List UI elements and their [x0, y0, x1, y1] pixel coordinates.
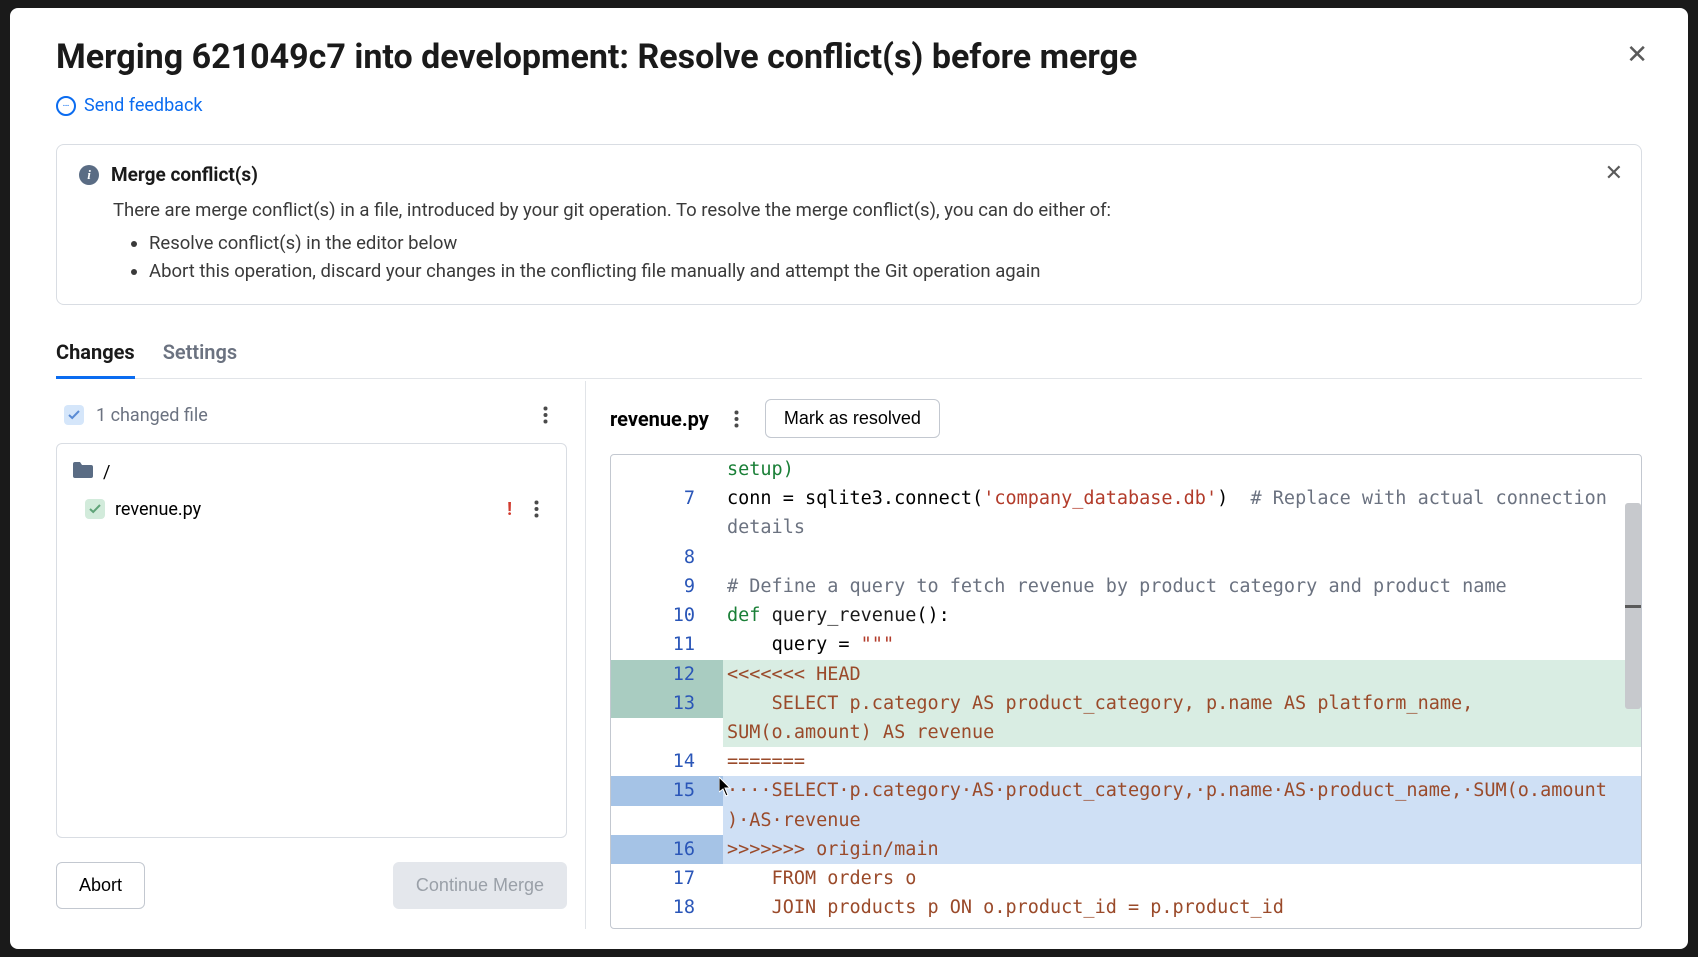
changed-files-header: 1 changed file: [56, 401, 567, 443]
code-content[interactable]: query = """: [723, 630, 1641, 659]
line-number: 12: [611, 660, 723, 689]
content-area: 1 changed file / revenue.py !: [56, 381, 1642, 929]
tree-root-label: /: [103, 462, 110, 483]
code-content[interactable]: ····SELECT·p.category·AS·product_categor…: [723, 776, 1641, 834]
select-all-checkbox[interactable]: [64, 405, 84, 425]
code-line[interactable]: 11 query = """: [611, 630, 1641, 659]
code-content[interactable]: >>>>>>> origin/main: [723, 835, 1641, 864]
tree-file-item[interactable]: revenue.py !: [67, 489, 556, 529]
code-line[interactable]: 15····SELECT·p.category·AS·product_categ…: [611, 776, 1641, 834]
line-number: 16: [611, 835, 723, 864]
left-panel: 1 changed file / revenue.py !: [56, 381, 586, 929]
line-number: 10: [611, 601, 723, 630]
line-number: 8: [611, 543, 723, 572]
alert-bullet: Resolve conflict(s) in the editor below: [149, 229, 1619, 258]
code-editor[interactable]: setup)7conn = sqlite3.connect('company_d…: [610, 454, 1642, 929]
line-number: 14: [611, 747, 723, 776]
alert-bullets: Resolve conflict(s) in the editor below …: [149, 229, 1619, 286]
line-number: 13: [611, 689, 723, 718]
editor-file-name: revenue.py: [610, 407, 709, 431]
merge-conflict-alert: ✕ i Merge conflict(s) There are merge co…: [56, 144, 1642, 305]
file-name-label: revenue.py: [115, 499, 201, 520]
modal-header: ✕ Merging 621049c7 into development: Res…: [56, 36, 1642, 144]
file-header-menu-icon[interactable]: [723, 405, 751, 433]
code-line[interactable]: 14=======: [611, 747, 1641, 776]
mark-resolved-button[interactable]: Mark as resolved: [765, 399, 940, 438]
changed-files-menu-icon[interactable]: [531, 401, 559, 429]
code-content[interactable]: FROM orders o: [723, 864, 1641, 893]
tree-root[interactable]: /: [67, 456, 556, 489]
alert-body: There are merge conflict(s) in a file, i…: [79, 196, 1619, 286]
file-item-menu-icon[interactable]: [522, 495, 550, 523]
folder-icon: [73, 462, 93, 483]
file-tree: / revenue.py !: [56, 443, 567, 838]
line-number: 11: [611, 630, 723, 659]
line-number: 15: [611, 776, 723, 805]
code-line[interactable]: 8: [611, 543, 1641, 572]
alert-intro: There are merge conflict(s) in a file, i…: [113, 196, 1619, 225]
code-line[interactable]: 7conn = sqlite3.connect('company_databas…: [611, 484, 1641, 542]
line-number: 7: [611, 484, 723, 513]
line-number: 9: [611, 572, 723, 601]
code-line[interactable]: 9# Define a query to fetch revenue by pr…: [611, 572, 1641, 601]
code-line[interactable]: setup): [611, 455, 1641, 484]
code-line[interactable]: 16>>>>>>> origin/main: [611, 835, 1641, 864]
continue-merge-button: Continue Merge: [393, 862, 567, 909]
code-content[interactable]: <<<<<<< HEAD: [723, 660, 1641, 689]
button-row: Abort Continue Merge: [56, 862, 567, 909]
changed-files-count: 1 changed file: [96, 405, 519, 426]
code-content[interactable]: JOIN products p ON o.product_id = p.prod…: [723, 893, 1641, 922]
right-panel: revenue.py Mark as resolved setup)7conn …: [586, 381, 1642, 929]
alert-bullet: Abort this operation, discard your chang…: [149, 257, 1619, 286]
file-checkbox[interactable]: [85, 499, 105, 519]
alert-title-row: i Merge conflict(s): [79, 163, 1619, 186]
code-content[interactable]: # Define a query to fetch revenue by pro…: [723, 572, 1641, 601]
tab-bar: Changes Settings: [56, 329, 1642, 379]
line-number: 18: [611, 893, 723, 922]
scrollbar-mark: [1625, 605, 1641, 608]
code-content[interactable]: =======: [723, 747, 1641, 776]
code-line[interactable]: 17 FROM orders o: [611, 864, 1641, 893]
abort-button[interactable]: Abort: [56, 862, 145, 909]
chat-icon: [56, 96, 76, 116]
code-content[interactable]: SELECT p.category AS product_category, p…: [723, 689, 1641, 747]
code-line[interactable]: 18 JOIN products p ON o.product_id = p.p…: [611, 893, 1641, 922]
merge-conflict-modal: ✕ Merging 621049c7 into development: Res…: [10, 8, 1688, 949]
code-line[interactable]: 13 SELECT p.category AS product_category…: [611, 689, 1641, 747]
alert-close-icon[interactable]: ✕: [1605, 161, 1623, 186]
alert-title: Merge conflict(s): [111, 163, 258, 186]
code-content[interactable]: setup): [723, 455, 1641, 484]
tab-settings[interactable]: Settings: [163, 330, 237, 379]
modal-title: Merging 621049c7 into development: Resol…: [56, 36, 1642, 79]
code-content[interactable]: def query_revenue():: [723, 601, 1641, 630]
info-icon: i: [79, 165, 99, 185]
close-icon[interactable]: ✕: [1626, 42, 1648, 68]
line-number: 17: [611, 864, 723, 893]
send-feedback-link[interactable]: Send feedback: [56, 95, 203, 116]
code-line[interactable]: 10def query_revenue():: [611, 601, 1641, 630]
code-content[interactable]: conn = sqlite3.connect('company_database…: [723, 484, 1641, 542]
feedback-label: Send feedback: [84, 95, 203, 116]
code-line[interactable]: 12<<<<<<< HEAD: [611, 660, 1641, 689]
conflict-indicator-icon: !: [507, 499, 512, 520]
tab-changes[interactable]: Changes: [56, 330, 135, 379]
file-header: revenue.py Mark as resolved: [610, 399, 1642, 438]
